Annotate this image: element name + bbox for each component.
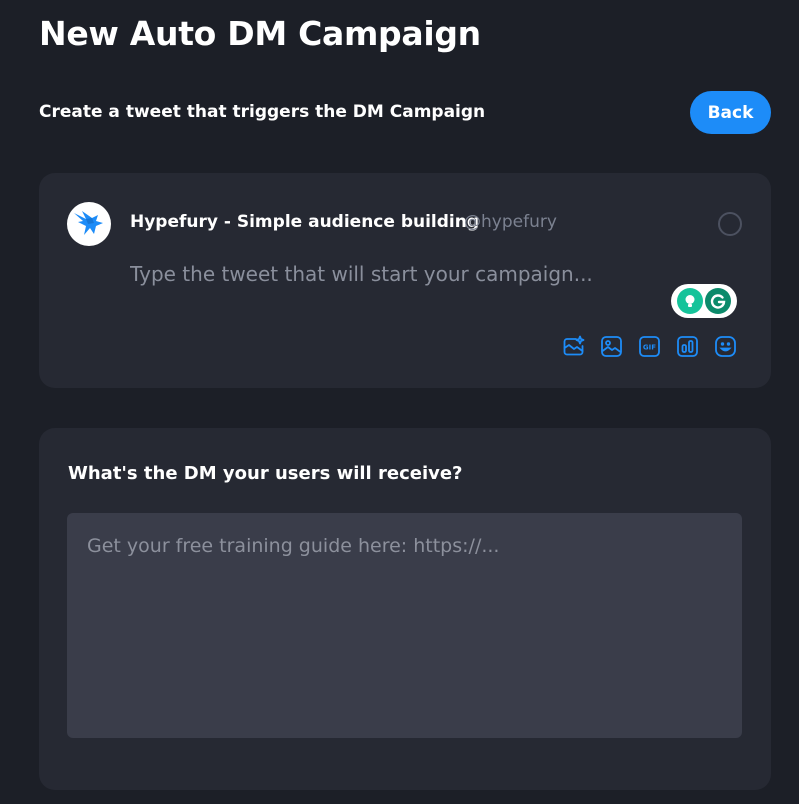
grammarly-logo-icon[interactable] (705, 288, 732, 314)
page: New Auto DM Campaign Create a tweet that… (0, 0, 799, 804)
media-sparkle-icon[interactable] (562, 335, 585, 358)
account-handle: @hypefury (464, 212, 557, 232)
composer-toolbar: GIF (562, 335, 737, 358)
gif-label: GIF (643, 344, 656, 352)
dm-message-input[interactable] (67, 513, 742, 738)
grammarly-widget[interactable] (671, 284, 737, 318)
back-button[interactable]: Back (690, 91, 771, 134)
page-title: New Auto DM Campaign (39, 14, 481, 53)
page-subtitle: Create a tweet that triggers the DM Camp… (39, 102, 486, 122)
tweet-composer-card: Hypefury - Simple audience building @hyp… (39, 173, 771, 388)
tweet-input[interactable] (130, 259, 690, 289)
lightbulb-icon[interactable] (676, 288, 703, 314)
dm-message-card: What's the DM your users will receive? (39, 428, 771, 790)
dm-label: What's the DM your users will receive? (68, 463, 463, 484)
emoji-icon[interactable] (714, 335, 737, 358)
image-icon[interactable] (600, 335, 623, 358)
character-count-ring (718, 212, 742, 236)
avatar (67, 202, 111, 246)
gif-icon[interactable]: GIF (638, 335, 661, 358)
account-name: Hypefury - Simple audience building (130, 212, 480, 232)
hypefury-logo-icon (74, 211, 103, 235)
poll-icon[interactable] (676, 335, 699, 358)
